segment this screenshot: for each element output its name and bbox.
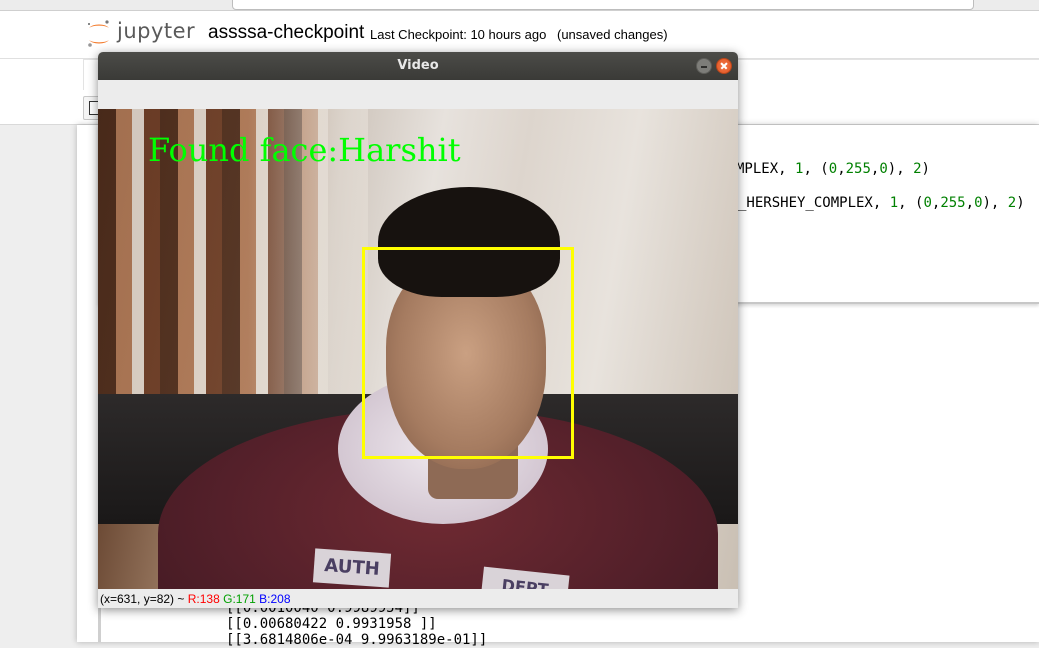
code-number: 2 <box>1007 195 1017 211</box>
code-number: 1 <box>889 195 899 211</box>
unsaved-changes-indicator: (unsaved changes) <box>557 27 668 42</box>
checkpoint-status: Last Checkpoint: 10 hours ago <box>370 27 547 42</box>
face-recognition-label: Found face:Harshit <box>148 131 461 169</box>
code-text: _HERSHEY_COMPLEX, <box>738 195 890 211</box>
pixel-red-value: R:138 <box>187 592 220 606</box>
address-bar[interactable] <box>232 0 974 10</box>
camera-frame[interactable]: AUTH DEPT Found face:Harshit <box>98 109 738 589</box>
shirt-print: AUTH <box>312 548 392 588</box>
video-statusbar: (x=631, y=82) ~ R:138 G:171 B:208 <box>98 589 738 608</box>
video-window-titlebar[interactable]: Video <box>98 52 738 80</box>
code-number: 0 <box>879 161 888 177</box>
video-window-toolbar <box>98 80 738 109</box>
code-number: 0 <box>974 195 983 211</box>
close-icon[interactable] <box>716 58 732 74</box>
code-number: 0 <box>828 161 838 177</box>
code-number: 1 <box>795 161 804 177</box>
pixel-info: (x=631, y=82) ~ R:138 G:171 B:208 <box>100 592 291 606</box>
code-number: 2 <box>913 161 922 177</box>
output-line-3: [[3.6814806e-04 9.9963189e-01]] <box>226 632 488 648</box>
jupyter-logo-text[interactable]: jupyter <box>117 19 195 43</box>
pixel-coords: (x=631, y=82) ~ <box>100 592 188 606</box>
video-window[interactable]: Video AUTH DEPT Found face:Harshit (x=63… <box>98 52 738 608</box>
code-number: 255 <box>940 195 966 211</box>
output-line-2: [[0.00680422 0.9931958 ]] <box>226 616 437 632</box>
minimize-icon[interactable] <box>696 58 712 74</box>
pixel-blue-value: B:208 <box>259 592 291 606</box>
code-text: MPLEX, <box>736 161 796 177</box>
pixel-green-value: G:171 <box>223 592 256 606</box>
face-bounding-box <box>362 247 574 459</box>
code-number: 255 <box>845 161 871 177</box>
jupyter-logo-icon[interactable] <box>86 19 112 49</box>
video-window-title: Video <box>397 58 439 73</box>
code-number: 0 <box>923 195 932 211</box>
code-line-1: MPLEX, 1, (0,255,0), 2) <box>736 161 930 177</box>
code-line-2: _HERSHEY_COMPLEX, 1, (0,255,0), 2) <box>738 195 1025 211</box>
notebook-name[interactable]: assssa-checkpoint <box>208 22 364 44</box>
browser-tab-strip <box>0 0 1039 11</box>
